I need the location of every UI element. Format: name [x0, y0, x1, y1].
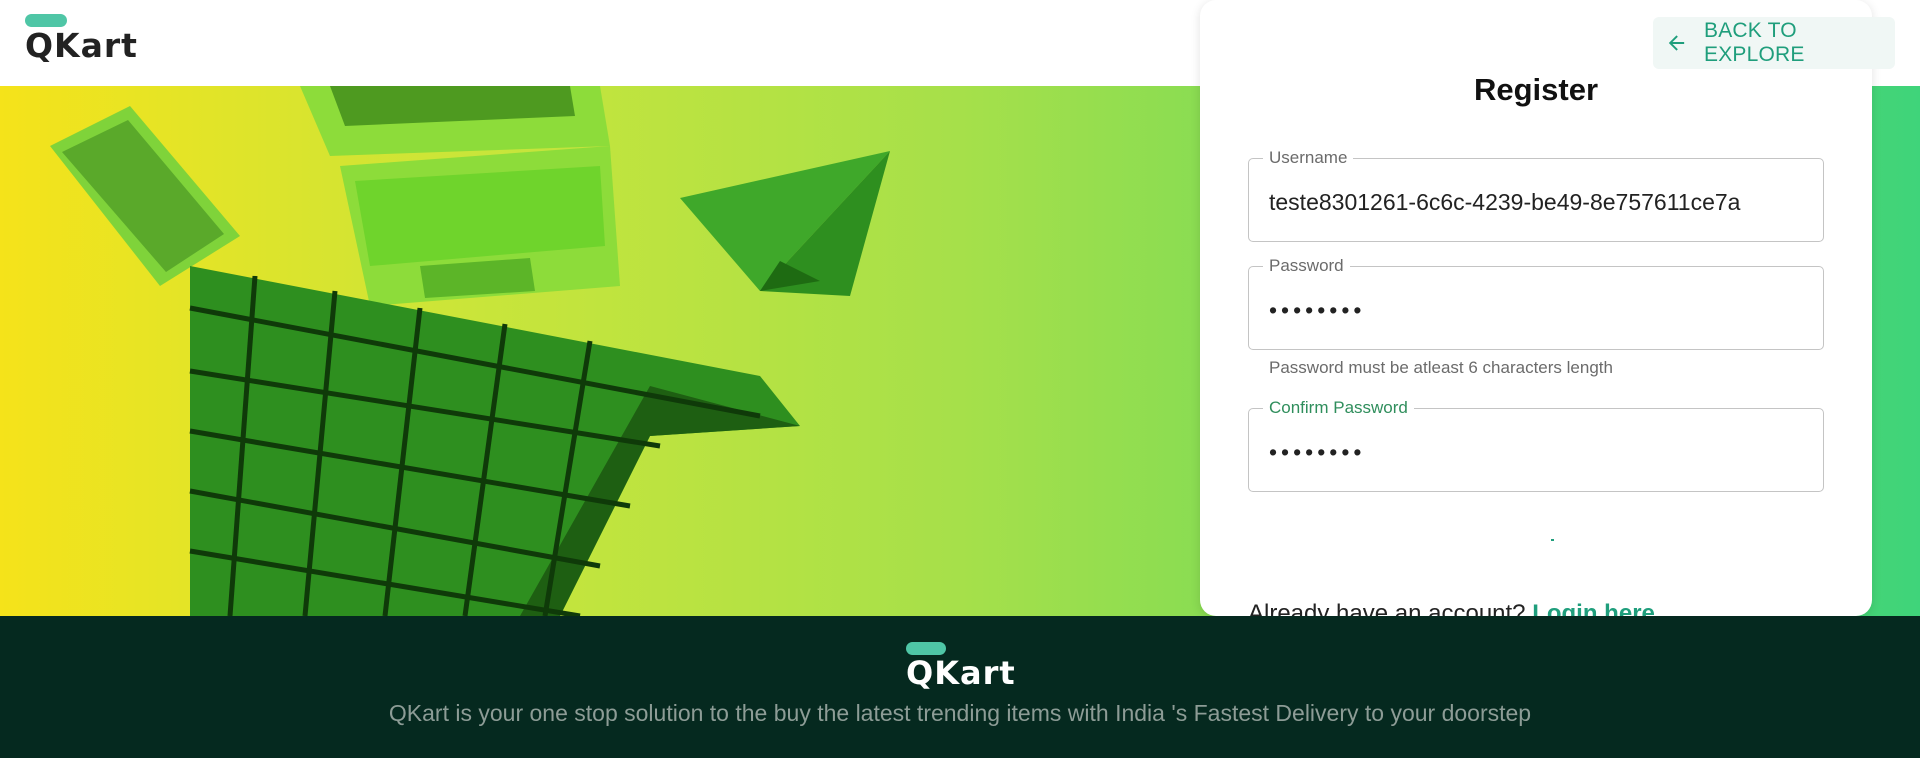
username-label: Username [1263, 148, 1354, 168]
confirm-password-label: Confirm Password [1263, 398, 1414, 418]
confirm-password-input[interactable]: •••••••• [1269, 439, 1365, 466]
loading-spinner [1551, 539, 1554, 541]
password-helper-text: Password must be atleast 6 characters le… [1269, 358, 1613, 377]
footer-logo: QKart [906, 642, 1016, 689]
username-input[interactable]: teste8301261-6c6c-4239-be49-8e757611ce7a [1269, 189, 1740, 216]
password-field[interactable]: Password •••••••• [1248, 256, 1824, 350]
logo-text: QKart [25, 26, 138, 65]
footer-logo-text: QKart [906, 654, 1016, 692]
password-label: Password [1263, 256, 1350, 276]
laptop-illustration [300, 86, 620, 306]
footer-description: QKart is your one stop solution to the b… [388, 700, 1532, 726]
qkart-logo[interactable]: QKart [25, 14, 138, 62]
arrow-left-icon [1668, 35, 1685, 51]
paper-plane-illustration [680, 151, 890, 296]
cart-illustration [189, 266, 800, 616]
username-field[interactable]: Username teste8301261-6c6c-4239-be49-8e7… [1248, 148, 1824, 242]
back-to-explore-button[interactable]: BACK TO EXPLORE [1653, 17, 1895, 69]
back-to-explore-label: BACK TO EXPLORE [1703, 19, 1805, 66]
confirm-password-field[interactable]: Confirm Password •••••••• [1248, 398, 1824, 492]
password-input[interactable]: •••••••• [1269, 297, 1365, 324]
page-title: Register [1473, 72, 1599, 107]
phone-illustration [50, 106, 240, 286]
